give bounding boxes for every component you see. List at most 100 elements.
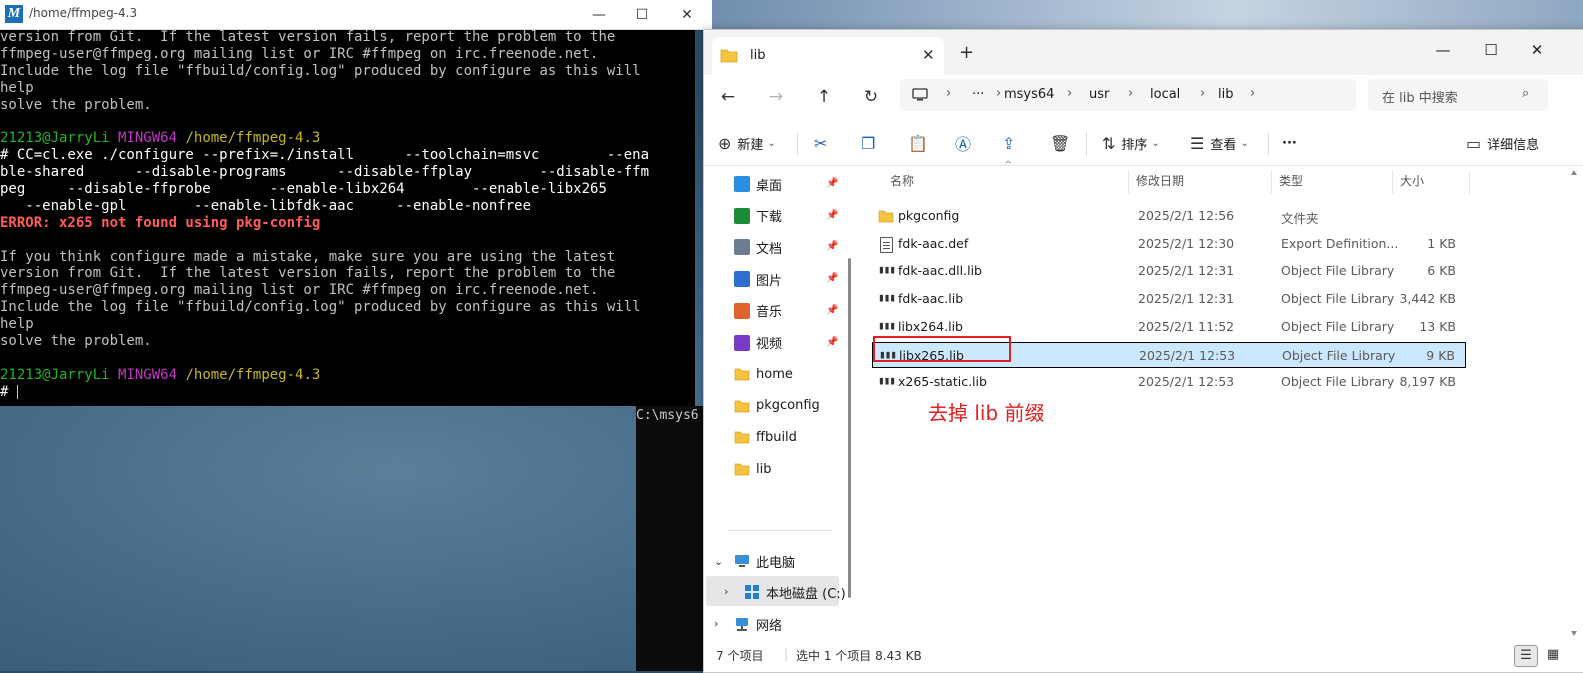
address-bar[interactable]: › ··· › msys64 › usr › local › lib ›	[900, 79, 1356, 111]
pin-icon[interactable]: 📌	[826, 337, 838, 348]
file-type: 文件夹	[1281, 211, 1319, 226]
navigation-scrollbar[interactable]	[848, 258, 851, 598]
pin-icon[interactable]: 📌	[826, 210, 838, 221]
forward-arrow-icon[interactable]: →	[762, 83, 790, 111]
sidebar-item-local-disk[interactable]: 本地磁盘 (C:)	[744, 580, 854, 604]
file-modified-date: 2025/2/1 12:53	[1138, 374, 1235, 390]
pin-icon[interactable]: 📌	[826, 305, 838, 316]
file-type: Object File Library	[1282, 347, 1396, 363]
breadcrumb-more[interactable]: ···	[972, 87, 984, 102]
explorer-navbar: ← → ↑ ↻ › ··· › msys64 › usr › local › l…	[704, 75, 1583, 121]
item-count: 7 个项目	[716, 649, 764, 663]
terminal-input-line[interactable]: #	[0, 384, 695, 401]
minimize-button[interactable]: —	[1420, 35, 1466, 65]
breadcrumb-item-usr[interactable]: usr	[1089, 87, 1109, 102]
refresh-icon[interactable]: ↻	[857, 83, 885, 111]
file-list-scrollbar[interactable]	[1570, 168, 1578, 638]
chevron-down-icon: ⌄	[1151, 137, 1160, 149]
view-button[interactable]: ☰ 查看 ⌄	[1190, 132, 1249, 154]
terminal-command-line: ble-shared --disable-programs --disable-…	[0, 164, 650, 181]
terminal-command-line: peg --disable-ffprobe --enable-libx264 -…	[0, 181, 607, 198]
annotation-text: 去掉 lib 前缀	[928, 401, 1045, 425]
sidebar-item-label: 视频	[756, 337, 783, 352]
chevron-right-icon[interactable]: ›	[714, 617, 718, 630]
up-arrow-icon[interactable]: ↑	[810, 83, 838, 111]
view-lines-icon: ☰	[1190, 133, 1205, 153]
details-pane-button[interactable]: ▭ 详细信息	[1466, 132, 1539, 154]
sidebar-item-pkgconfig[interactable]: pkgconfig	[734, 394, 844, 418]
column-header-type[interactable]: 类型	[1279, 172, 1303, 189]
terminal-title: /home/ffmpeg-4.3	[29, 6, 138, 20]
divider	[728, 530, 832, 531]
column-header-name[interactable]: 名称	[890, 172, 914, 189]
breadcrumb-separator-icon: ›	[996, 86, 1002, 101]
chevron-down-icon[interactable]: ⌄	[714, 555, 723, 568]
pin-icon[interactable]: 📌	[826, 178, 838, 189]
sidebar-item-home[interactable]: home	[734, 362, 844, 386]
copy-icon: ❐	[861, 133, 876, 153]
search-input[interactable]: 在 lib 中搜索 ⌕	[1368, 79, 1548, 111]
chevron-right-icon[interactable]: ›	[724, 585, 728, 598]
maximize-button[interactable]: ☐	[1468, 35, 1514, 65]
file-explorer-window[interactable]: lib ✕ + — ☐ ✕ ← → ↑ ↻ › ··· › msys64 › u…	[703, 29, 1583, 673]
breadcrumb-item-local[interactable]: local	[1150, 87, 1180, 102]
divider	[1469, 170, 1470, 194]
terminal-output-line: ffmpeg-user@ffmpeg.org mailing list or I…	[0, 282, 599, 299]
tab-lib[interactable]: lib ✕	[712, 37, 944, 75]
file-modified-date: 2025/2/1 12:53	[1139, 347, 1236, 363]
file-row[interactable]: ▮▮▮ fdk-aac.dll.lib 2025/2/1 12:31 Object F…	[872, 258, 1466, 284]
search-icon: ⌕	[1522, 86, 1530, 101]
column-header-size[interactable]: 大小	[1400, 172, 1424, 189]
file-name: fdk-aac.dll.lib	[898, 263, 982, 279]
sidebar-item-network[interactable]: 网络	[734, 612, 844, 636]
sidebar-item-lib[interactable]: lib	[734, 457, 844, 481]
terminal-titlebar[interactable]: M /home/ffmpeg-4.3 — ☐ ✕	[0, 0, 712, 30]
terminal-output-line: solve the problem.	[0, 333, 152, 350]
file-row[interactable]: fdk-aac.def 2025/2/1 12:30 Export Definiti…	[872, 231, 1466, 257]
terminal-output-line: help	[0, 316, 34, 333]
delete-button[interactable]: 🗑	[1050, 132, 1076, 154]
sort-button[interactable]: ⇅ 排序 ⌄	[1102, 132, 1160, 154]
details-view-icon[interactable]: ☰	[1514, 645, 1538, 667]
new-button[interactable]: ⊕ 新建 ⌄	[718, 132, 776, 154]
terminal-output-line: help	[0, 79, 34, 96]
breadcrumb-item-msys64[interactable]: msys64	[1004, 87, 1054, 102]
terminal-prompt: 21213@JarryLi MINGW64 /home/ffmpeg-4.3	[0, 130, 321, 147]
divider	[1086, 132, 1087, 156]
close-button[interactable]: ✕	[1514, 35, 1560, 65]
copy-button[interactable]: ❐	[861, 132, 881, 154]
new-tab-button[interactable]: +	[959, 42, 974, 63]
sidebar-item-ffbuild[interactable]: ffbuild	[734, 425, 844, 449]
minimize-button[interactable]: —	[576, 0, 622, 29]
file-row[interactable]: ▮▮▮ fdk-aac.lib 2025/2/1 12:31 Object File …	[872, 286, 1466, 312]
tab-label: lib	[750, 48, 766, 63]
share-button[interactable]: ⇪	[1002, 132, 1021, 154]
pin-icon[interactable]: 📌	[826, 241, 838, 252]
column-header-modified[interactable]: 修改日期	[1136, 172, 1184, 189]
back-arrow-icon[interactable]: ←	[714, 83, 742, 111]
cut-button[interactable]: ✂	[814, 132, 833, 154]
file-row[interactable]: ▮▮▮ x265-static.lib 2025/2/1 12:53 Object F…	[872, 369, 1466, 395]
file-name: fdk-aac.def	[898, 235, 969, 251]
close-button[interactable]: ✕	[664, 0, 710, 29]
terminal-output[interactable]: version from Git. If the latest version …	[0, 29, 695, 406]
terminal-window[interactable]: M /home/ffmpeg-4.3 — ☐ ✕ version from Gi…	[0, 0, 712, 406]
rename-button[interactable]: Ⓐ	[955, 132, 977, 154]
breadcrumb-item-lib[interactable]: lib	[1218, 87, 1233, 102]
pin-icon[interactable]: 📌	[826, 273, 838, 284]
file-type: Export Definition...	[1281, 235, 1399, 251]
paste-button[interactable]: 📋	[908, 132, 934, 154]
tab-close-icon[interactable]: ✕	[922, 46, 935, 64]
terminal-cursor	[16, 384, 18, 399]
more-options-button[interactable]: ···	[1282, 132, 1297, 154]
maximize-button[interactable]: ☐	[619, 0, 665, 29]
drive-icon	[745, 585, 759, 599]
library-file-icon: ▮▮▮	[878, 291, 896, 305]
file-row[interactable]: pkgconfig 2025/2/1 12:56 文件夹	[872, 203, 1466, 229]
sidebar-item-label: 本地磁盘 (C:)	[766, 586, 846, 602]
sidebar-item-this-pc[interactable]: 此电脑	[734, 549, 844, 573]
terminal-output-line: solve the problem.	[0, 96, 152, 113]
tiles-view-icon[interactable]: ▦	[1542, 645, 1564, 665]
file-name: libx264.lib	[898, 318, 963, 334]
